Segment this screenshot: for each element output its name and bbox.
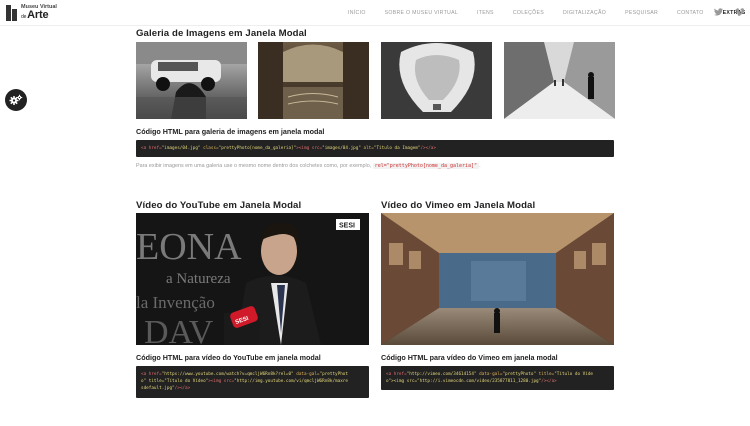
main-nav: INÍCIO SOBRE O MUSEU VIRTUAL ITENS COLEÇ… xyxy=(348,0,750,26)
twitter-icon[interactable] xyxy=(713,7,723,17)
logo-line2: Arte xyxy=(27,9,49,22)
video-text-dav: DAV xyxy=(144,314,214,345)
gallery-note-code: rel="prettyPhoto[nome_da_galeria]" xyxy=(372,163,480,169)
gallery-note: Para exibir imagens em uma galeria use o… xyxy=(136,163,481,169)
settings-toggle-button[interactable] xyxy=(5,89,27,111)
nav-pesquisar[interactable]: PESQUISAR xyxy=(625,10,658,16)
gallery-title: Galeria de Imagens em Janela Modal xyxy=(136,28,307,39)
gallery-code-block: <a href="images/04.jpg" class="prettyPho… xyxy=(136,140,614,157)
gallery-code-title: Código HTML para galeria de imagens em j… xyxy=(136,127,325,136)
vimeo-icon[interactable] xyxy=(734,7,744,17)
youtube-video-thumbnail[interactable]: EONA a Natureza la Invenção DAV SESI SES… xyxy=(136,213,369,345)
video-text-natureza: a Natureza xyxy=(166,271,231,287)
gallery-thumb-4[interactable] xyxy=(504,42,615,119)
gallery-thumb-1[interactable] xyxy=(136,42,247,119)
vimeo-code-title: Código HTML para vídeo do Vimeo em janel… xyxy=(381,353,558,362)
vimeo-title: Vídeo do Vimeo em Janela Modal xyxy=(381,200,536,211)
nav-digitalizacao[interactable]: DIGITALIZAÇÃO xyxy=(563,10,606,16)
nav-itens[interactable]: ITENS xyxy=(477,10,494,16)
site-header: Museu Virtual deArte INÍCIO SOBRE O MUSE… xyxy=(0,0,750,26)
gears-icon xyxy=(9,94,23,105)
youtube-code-title: Código HTML para vídeo do YouTube em jan… xyxy=(136,353,321,362)
youtube-code-block: <a href="https://www.youtube.com/watch?v… xyxy=(136,366,369,398)
youtube-title: Vídeo do YouTube em Janela Modal xyxy=(136,200,302,211)
nav-inicio[interactable]: INÍCIO xyxy=(348,10,366,16)
gallery-thumb-3[interactable] xyxy=(381,42,492,119)
video-text-invencao: la Invenção xyxy=(136,293,215,312)
video-text-eona: EONA xyxy=(136,226,242,268)
nav-colecoes[interactable]: COLEÇÕES xyxy=(513,10,544,16)
vimeo-video-thumbnail[interactable] xyxy=(381,213,614,345)
gallery-thumb-2[interactable] xyxy=(258,42,369,119)
site-logo[interactable]: Museu Virtual deArte xyxy=(6,4,57,22)
nav-contato[interactable]: CONTATO xyxy=(677,10,704,16)
logo-de: de xyxy=(21,14,27,21)
vimeo-code-block: <a href="http://vimeo.com/34614154" data… xyxy=(381,366,614,390)
logo-mark-icon xyxy=(6,5,18,21)
video-sesi-logo: SESI xyxy=(339,223,355,230)
nav-sobre[interactable]: SOBRE O MUSEU VIRTUAL xyxy=(385,10,458,16)
